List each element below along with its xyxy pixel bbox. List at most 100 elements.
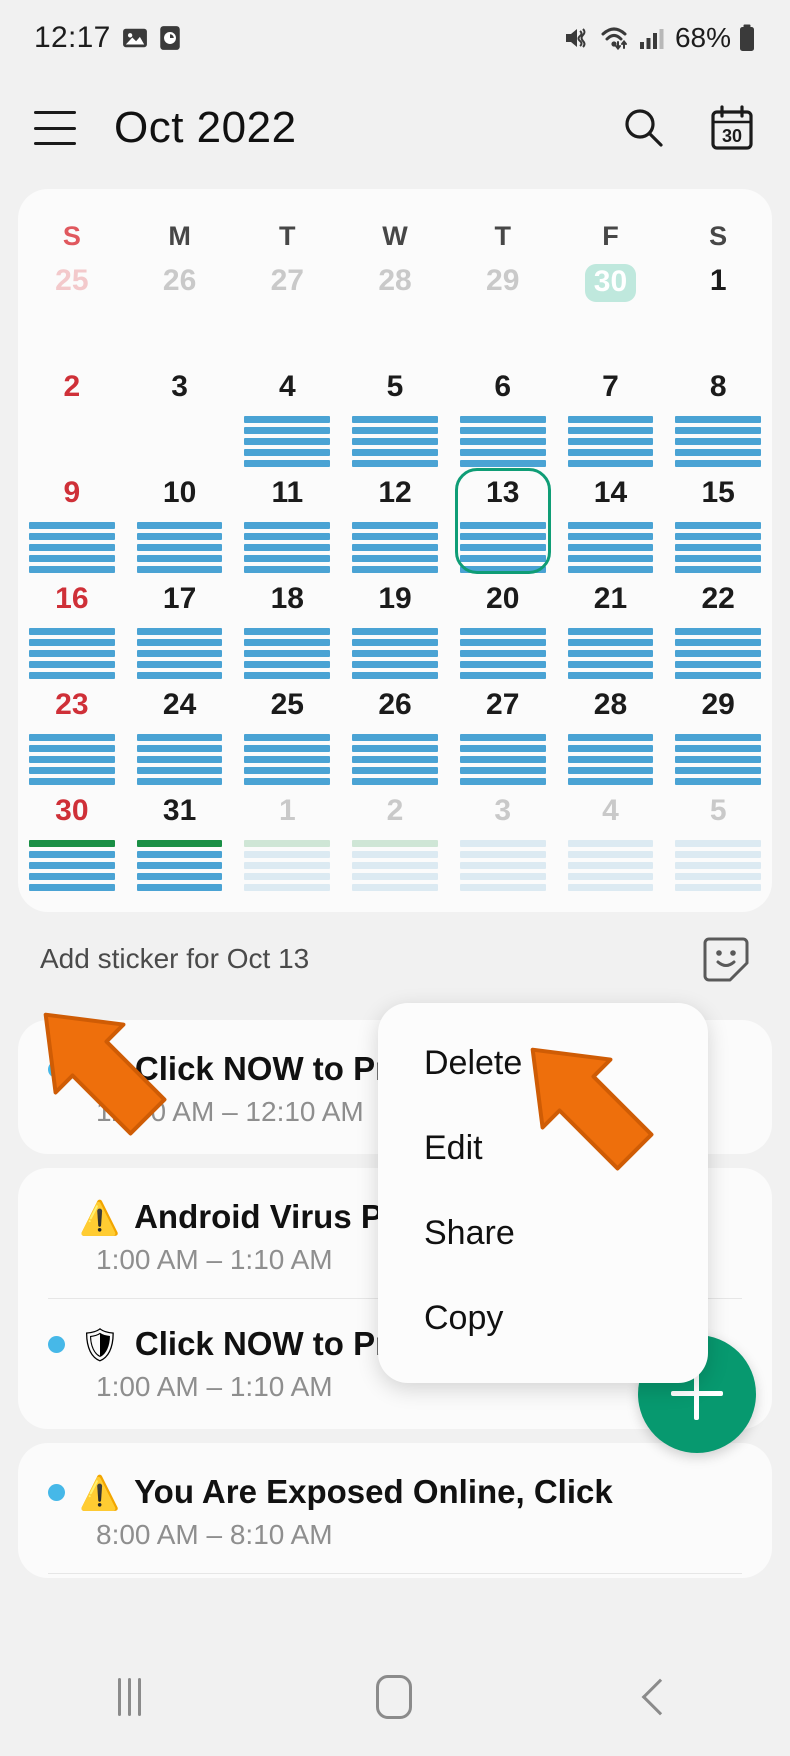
calendar-day-event-bars: [126, 518, 234, 576]
calendar-day-cell[interactable]: 29: [664, 682, 772, 788]
calendar-day-cell[interactable]: 28: [557, 682, 665, 788]
event-bar: [460, 533, 546, 540]
event-bar: [568, 884, 654, 891]
context-menu-item-copy[interactable]: Copy: [378, 1276, 708, 1361]
calendar-day-cell[interactable]: 23: [18, 682, 126, 788]
calendar-day-cell[interactable]: 26: [341, 682, 449, 788]
calendar-day-cell[interactable]: 27: [449, 682, 557, 788]
calendar-day-cell[interactable]: 1: [664, 258, 772, 364]
event-bar: [137, 672, 223, 679]
calendar-day-cell[interactable]: 8: [664, 364, 772, 470]
context-menu-item-share[interactable]: Share: [378, 1191, 708, 1276]
calendar-day-cell[interactable]: 4: [233, 364, 341, 470]
sticker-smiley-icon[interactable]: [702, 935, 750, 983]
status-time: 12:17: [34, 21, 111, 55]
calendar-day-cell[interactable]: 11: [233, 470, 341, 576]
calendar-today-icon[interactable]: 30: [708, 104, 756, 152]
calendar-day-cell[interactable]: 27: [233, 258, 341, 364]
search-icon[interactable]: [620, 104, 668, 152]
calendar-day-event-bars: [341, 730, 449, 788]
calendar-day-cell[interactable]: 26: [126, 258, 234, 364]
event-bar: [29, 354, 115, 361]
event-bar: [137, 661, 223, 668]
calendar-day-cell[interactable]: 21: [557, 576, 665, 682]
event-bar: [137, 449, 223, 456]
calendar-dow-cell: S: [18, 203, 126, 258]
calendar-day-cell[interactable]: 25: [233, 682, 341, 788]
context-menu-item-edit[interactable]: Edit: [378, 1106, 708, 1191]
event-bar: [244, 778, 330, 785]
calendar-day-cell[interactable]: 29: [449, 258, 557, 364]
calendar-dow-0: S: [18, 203, 126, 258]
event-bar: [352, 427, 438, 434]
calendar-day-cell[interactable]: 25: [18, 258, 126, 364]
calendar-day-cell[interactable]: 10: [126, 470, 234, 576]
context-menu-item-delete[interactable]: Delete: [378, 1021, 708, 1106]
calendar-day-cell[interactable]: 2: [18, 364, 126, 470]
event-bar: [244, 332, 330, 339]
event-bar: [460, 555, 546, 562]
add-sticker-row[interactable]: Add sticker for Oct 13: [18, 920, 772, 998]
calendar-day-cell[interactable]: 17: [126, 576, 234, 682]
home-icon[interactable]: [376, 1675, 412, 1719]
calendar-day-cell[interactable]: 20: [449, 576, 557, 682]
event-bar: [568, 460, 654, 467]
event-bar: [137, 533, 223, 540]
event-bar: [244, 862, 330, 869]
event-bar: [29, 310, 115, 317]
calendar-day-event-bars: [449, 306, 557, 364]
event-bar: [244, 555, 330, 562]
calendar-day-number: 31: [126, 788, 234, 836]
event-bar: [460, 566, 546, 573]
calendar-day-cell[interactable]: 3: [126, 364, 234, 470]
calendar-day-cell[interactable]: 5: [341, 364, 449, 470]
calendar-day-cell[interactable]: 15: [664, 470, 772, 576]
calendar-day-cell[interactable]: 30: [18, 788, 126, 894]
event-bar: [244, 310, 330, 317]
calendar-day-number: 8: [664, 364, 772, 412]
event-bar: [460, 449, 546, 456]
calendar-day-cell[interactable]: 14: [557, 470, 665, 576]
hamburger-menu-icon[interactable]: [34, 111, 76, 145]
event-bar: [244, 354, 330, 361]
calendar-day-number: 5: [341, 364, 449, 412]
calendar-day-cell[interactable]: 12: [341, 470, 449, 576]
calendar-day-cell[interactable]: 22: [664, 576, 772, 682]
event-bar: [352, 862, 438, 869]
event-bar: [137, 639, 223, 646]
event-bar: [460, 343, 546, 350]
back-icon[interactable]: [641, 1679, 678, 1716]
calendar-day-cell[interactable]: 7: [557, 364, 665, 470]
event-bar: [675, 449, 761, 456]
calendar-day-cell[interactable]: 31: [126, 788, 234, 894]
calendar-day-cell[interactable]: 30: [557, 258, 665, 364]
calendar-day-event-bars: [126, 836, 234, 894]
calendar-day-cell[interactable]: 28: [341, 258, 449, 364]
event-bar: [29, 650, 115, 657]
event-bar: [352, 661, 438, 668]
event-bar: [244, 628, 330, 635]
calendar-day-cell[interactable]: 13: [449, 470, 557, 576]
event-bar: [460, 416, 546, 423]
calendar-day-cell[interactable]: 2: [341, 788, 449, 894]
event-bar: [460, 321, 546, 328]
event-bar: [352, 650, 438, 657]
calendar-day-cell[interactable]: 19: [341, 576, 449, 682]
calendar-day-cell[interactable]: 24: [126, 682, 234, 788]
calendar-dow-cell: T: [449, 203, 557, 258]
event-item[interactable]: ⚠️ You Are Exposed Online, Click 8:00 AM…: [18, 1447, 772, 1573]
calendar-day-cell[interactable]: 1: [233, 788, 341, 894]
calendar-day-cell[interactable]: 4: [557, 788, 665, 894]
calendar-day-cell[interactable]: 18: [233, 576, 341, 682]
phone-screen: PJ risk.com 12:17: [0, 0, 790, 1756]
recents-icon[interactable]: [118, 1678, 141, 1716]
calendar-day-cell[interactable]: 6: [449, 364, 557, 470]
calendar-day-cell[interactable]: 5: [664, 788, 772, 894]
calendar-day-number: 30: [18, 788, 126, 836]
calendar-day-cell[interactable]: 16: [18, 576, 126, 682]
event-title: Android Virus Pro: [134, 1198, 416, 1236]
calendar-day-cell[interactable]: 9: [18, 470, 126, 576]
event-bar: [137, 332, 223, 339]
calendar-dow-2: T: [233, 203, 341, 258]
calendar-day-cell[interactable]: 3: [449, 788, 557, 894]
